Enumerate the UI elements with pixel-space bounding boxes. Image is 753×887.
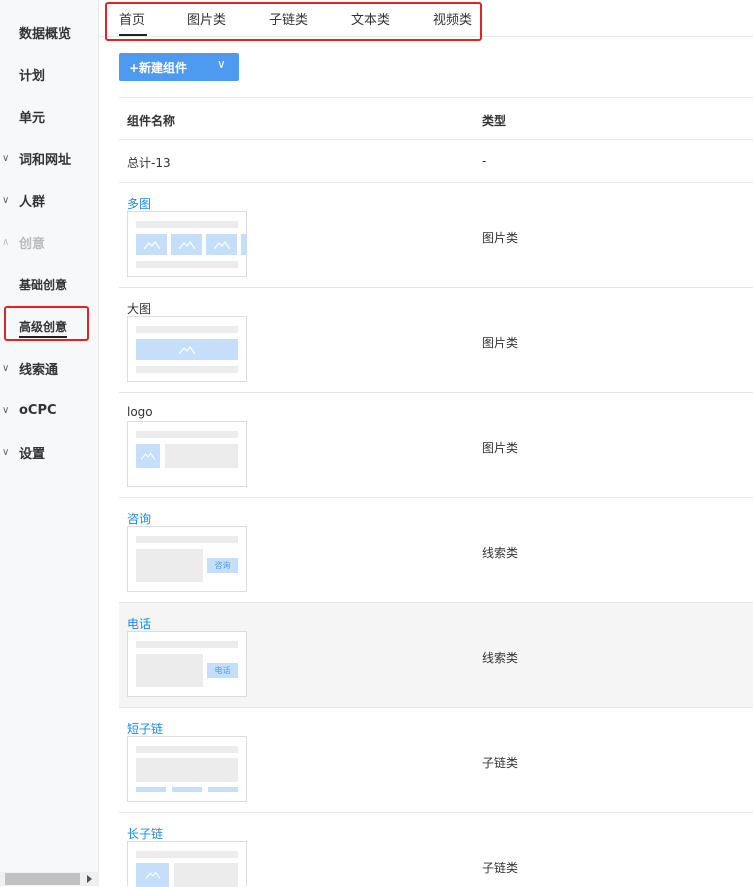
component-thumbnail: 电话 bbox=[127, 631, 247, 697]
component-type: 子链类 bbox=[482, 756, 519, 770]
sidebar-item-keywords[interactable]: ∨ 词和网址 bbox=[0, 137, 99, 179]
image-placeholder-icon bbox=[136, 234, 167, 255]
phone-button-preview: 电话 bbox=[207, 663, 238, 678]
sidebar-item-label: 计划 bbox=[19, 68, 46, 84]
table-row[interactable]: 多图 图片类 bbox=[119, 183, 753, 288]
sidebar-item-label: 基础创意 bbox=[19, 277, 68, 292]
chevron-down-icon: ∨ bbox=[2, 404, 10, 416]
sidebar-item-label: 创意 bbox=[19, 236, 46, 252]
consult-button-preview: 咨询 bbox=[207, 558, 238, 573]
sidebar-item-settings[interactable]: ∨ 设置 bbox=[0, 431, 99, 473]
component-name-link[interactable]: 电话 bbox=[127, 615, 151, 632]
new-component-button[interactable]: +新建组件 ∨ bbox=[119, 53, 239, 81]
component-type: 图片类 bbox=[482, 441, 519, 455]
image-placeholder-icon bbox=[206, 234, 237, 255]
component-thumbnail bbox=[127, 841, 247, 887]
table-row[interactable]: 咨询 咨询 线索类 bbox=[119, 498, 753, 603]
component-thumbnail bbox=[127, 736, 247, 802]
sidebar-item-leads[interactable]: ∨ 线索通 bbox=[0, 347, 99, 389]
table-row-total: 总计-13 - bbox=[119, 140, 753, 183]
sidebar-item-overview[interactable]: 数据概览 bbox=[0, 11, 99, 53]
image-placeholder-icon bbox=[136, 339, 238, 360]
table-header: 组件名称 类型 bbox=[119, 97, 753, 140]
sidebar-item-label: oCPC bbox=[19, 402, 57, 418]
chevron-down-icon: ∨ bbox=[2, 152, 10, 164]
component-thumbnail bbox=[127, 211, 247, 277]
component-thumbnail bbox=[127, 316, 247, 382]
scroll-right-arrow-icon[interactable] bbox=[87, 875, 92, 883]
component-type: 图片类 bbox=[482, 231, 519, 245]
total-type: - bbox=[482, 154, 487, 168]
highlight-box bbox=[105, 2, 482, 41]
column-header-type: 类型 bbox=[482, 114, 507, 128]
component-name-link[interactable]: 咨询 bbox=[127, 510, 151, 527]
sidebar-item-ocpc[interactable]: ∨ oCPC bbox=[0, 389, 99, 431]
sidebar-item-label: 单元 bbox=[19, 110, 46, 126]
image-placeholder-icon bbox=[136, 444, 160, 468]
component-name-link[interactable]: 短子链 bbox=[127, 720, 163, 737]
table-row[interactable]: logo 图片类 bbox=[119, 393, 753, 498]
highlight-box bbox=[4, 306, 89, 341]
component-name[interactable]: logo bbox=[127, 405, 153, 419]
total-count: 总计-13 bbox=[127, 156, 171, 170]
sidebar: 数据概览 计划 单元 ∨ 词和网址 ∨ 人群 ∧ 创意 基础创意 高级创意 ∨ … bbox=[0, 0, 99, 886]
chevron-down-icon: ∨ bbox=[2, 446, 10, 458]
table-row[interactable]: 电话 电话 线索类 bbox=[119, 603, 753, 708]
sidebar-item-label: 人群 bbox=[19, 194, 46, 210]
sidebar-item-label: 线索通 bbox=[19, 362, 59, 378]
new-component-label: +新建组件 bbox=[129, 60, 188, 75]
component-type: 线索类 bbox=[482, 651, 519, 665]
image-placeholder-icon bbox=[136, 863, 169, 887]
image-placeholder-icon bbox=[171, 234, 202, 255]
component-type: 线索类 bbox=[482, 546, 519, 560]
sidebar-item-label: 设置 bbox=[19, 446, 46, 462]
sidebar-item-label: 词和网址 bbox=[19, 152, 72, 168]
column-header-name: 组件名称 bbox=[127, 114, 176, 128]
component-name-link[interactable]: 长子链 bbox=[127, 825, 163, 842]
sidebar-item-plan[interactable]: 计划 bbox=[0, 53, 99, 95]
component-type: 子链类 bbox=[482, 861, 519, 875]
sidebar-item-unit[interactable]: 单元 bbox=[0, 95, 99, 137]
component-name-link[interactable]: 多图 bbox=[127, 195, 151, 212]
component-type: 图片类 bbox=[482, 336, 519, 350]
table-row[interactable]: 大图 图片类 bbox=[119, 288, 753, 393]
chevron-up-icon: ∧ bbox=[2, 236, 10, 248]
sidebar-item-basic-creative[interactable]: 基础创意 bbox=[0, 263, 99, 305]
table-row[interactable]: 短子链 子链类 bbox=[119, 708, 753, 813]
chevron-down-icon: ∨ bbox=[2, 194, 10, 206]
component-name[interactable]: 大图 bbox=[127, 300, 151, 317]
sidebar-item-audience[interactable]: ∨ 人群 bbox=[0, 179, 99, 221]
component-thumbnail: 咨询 bbox=[127, 526, 247, 592]
chevron-down-icon: ∨ bbox=[2, 362, 10, 374]
component-thumbnail bbox=[127, 421, 247, 487]
table-row[interactable]: 长子链 子链类 bbox=[119, 813, 753, 887]
sidebar-item-creative[interactable]: ∧ 创意 bbox=[0, 221, 99, 263]
sidebar-item-label: 数据概览 bbox=[19, 26, 72, 42]
chevron-down-icon: ∨ bbox=[217, 57, 226, 71]
scrollbar-thumb[interactable] bbox=[5, 873, 80, 885]
